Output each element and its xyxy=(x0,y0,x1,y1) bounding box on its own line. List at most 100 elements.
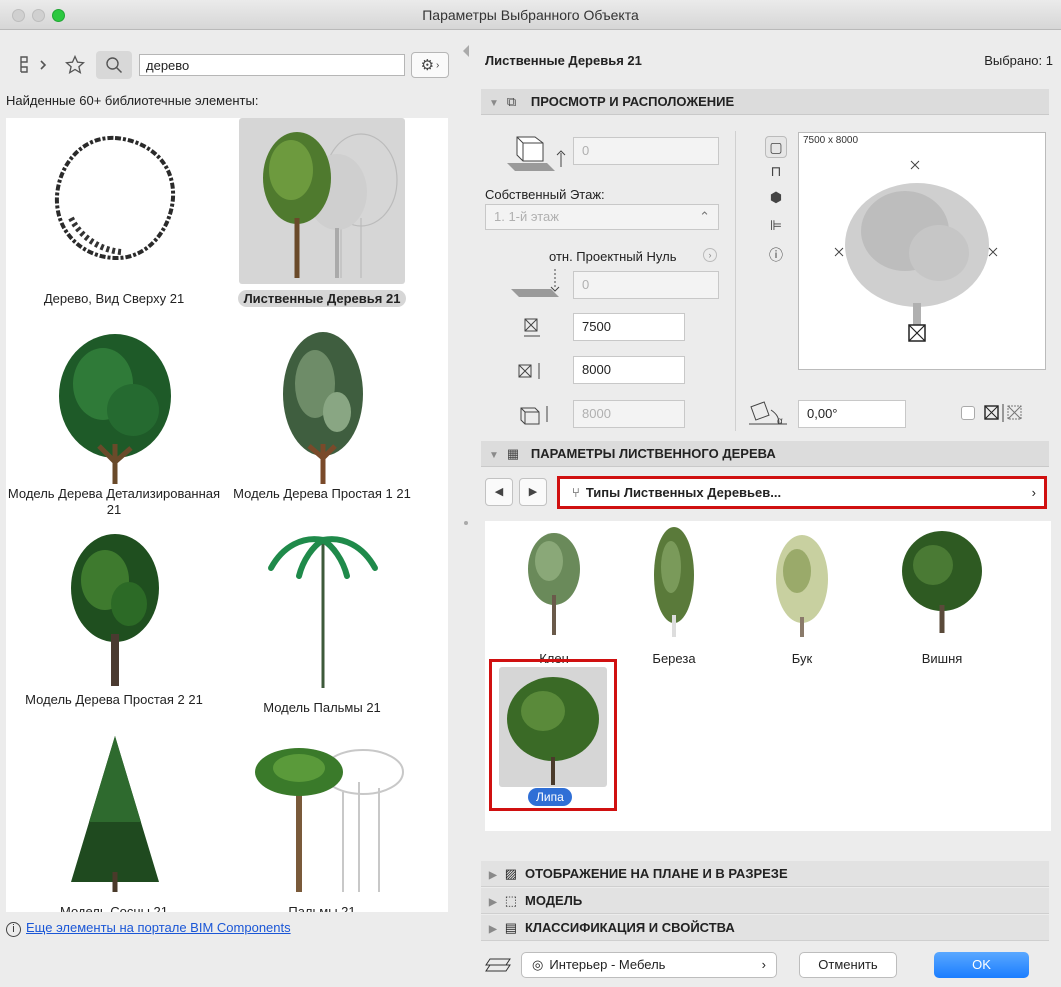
ok-button[interactable]: OK xyxy=(934,952,1029,978)
maple-thumbnail xyxy=(528,533,580,635)
section-title: ПРОСМОТР И РАСПОЛОЖЕНИЕ xyxy=(530,94,735,109)
section-model[interactable]: ▶ ⬚ МОДЕЛЬ xyxy=(481,888,1049,914)
palm-model-thumbnail xyxy=(239,528,405,694)
section-preview-positioning[interactable]: ▼ ⧉ ПРОСМОТР И РАСПОЛОЖЕНИЕ xyxy=(481,89,1049,115)
section-classification[interactable]: ▶ ▤ КЛАССИФИКАЦИЯ И СВОЙСТВА xyxy=(481,915,1049,941)
disclosure-closed-icon: ▶ xyxy=(489,924,497,935)
angle-field[interactable]: 0,00° xyxy=(798,400,906,428)
section-title: КЛАССИФИКАЦИЯ И СВОЙСТВА xyxy=(525,920,735,935)
gear-menu-button[interactable]: ⚙ › xyxy=(411,52,449,78)
library-tree-icon[interactable] xyxy=(14,53,54,77)
tree-type-label: Вишня xyxy=(921,651,963,666)
chevron-right-icon: › xyxy=(761,957,766,972)
eye-icon: ◎ xyxy=(532,957,544,972)
info-icon: i xyxy=(6,922,21,937)
tree-type-label: Береза xyxy=(652,651,696,666)
width-field[interactable]: 7500 xyxy=(573,313,685,341)
tree-type-label: Бук xyxy=(791,651,813,666)
parameters-section-icon: ▦ xyxy=(506,446,520,461)
splitter-handle[interactable] xyxy=(464,521,468,525)
minimize-button[interactable] xyxy=(32,9,45,22)
layer-icon xyxy=(483,954,513,976)
layer-select[interactable]: ◎ Интерьер - Мебель › xyxy=(521,952,777,978)
ref-level-field[interactable]: 0 xyxy=(573,271,719,299)
chevron-right-icon: › xyxy=(1031,485,1036,500)
section-plan-section-display[interactable]: ▶ ▨ ОТОБРАЖЕНИЕ НА ПЛАНЕ И В РАЗРЕЗЕ xyxy=(481,861,1049,887)
birch-thumbnail xyxy=(654,527,694,637)
library-item-label: Дерево, Вид Сверху 21 xyxy=(43,291,185,306)
tree-type-grid: Клен Береза Бук Вишня Липа xyxy=(485,521,1051,831)
document-icon: ▤ xyxy=(504,920,517,935)
library-item-label: Модель Дерева Простая 1 21 xyxy=(233,486,411,501)
width-icon xyxy=(519,315,545,341)
column-divider xyxy=(735,131,736,431)
bim-link-text[interactable]: Еще элементы на портале BIM Components xyxy=(26,920,291,935)
favorites-star-icon[interactable] xyxy=(62,53,88,77)
library-item-label: Пальмы 21 xyxy=(288,904,356,912)
library-toolbar: ⚙› xyxy=(0,31,463,91)
dialog-footer: ◎ Интерьер - Мебель › Отменить OK xyxy=(469,946,1061,987)
gear-icon: ⚙ xyxy=(420,57,435,74)
story-select[interactable]: 1. 1-й этаж ⌃ xyxy=(485,204,719,230)
bim-components-link[interactable]: i Еще элементы на портале BIM Components xyxy=(6,920,291,937)
tree-type-item[interactable]: Вишня xyxy=(887,525,997,666)
library-item-label: Модель Сосны 21 xyxy=(60,904,168,912)
settings-panel: Лиственные Деревья 21 Выбрано: 1 ▼ ⧉ ПРОСМ… xyxy=(469,31,1061,987)
model-cube-icon: ⬚ xyxy=(504,893,517,908)
own-story-label: Собственный Этаж: xyxy=(485,187,605,202)
view-3d-icon[interactable]: ⬢ xyxy=(766,189,786,206)
tree-type-item[interactable]: Клен xyxy=(499,525,609,666)
ref-level-label: отн. Проектный Нуль xyxy=(549,249,677,264)
elevation-field[interactable]: 0 xyxy=(573,137,719,165)
mirror-checkbox[interactable] xyxy=(961,406,975,420)
tree-type-item[interactable]: Береза xyxy=(619,525,729,666)
search-input[interactable] xyxy=(139,54,405,76)
simple-tree-2-thumbnail xyxy=(31,528,197,694)
story-value: 1. 1-й этаж xyxy=(494,209,559,224)
plan-section-icon: ▨ xyxy=(504,866,517,881)
search-toggle-icon[interactable] xyxy=(96,51,132,79)
detailed-tree-thumbnail xyxy=(31,324,197,490)
tree-type-item-selected[interactable]: Липа xyxy=(489,659,617,811)
nav-back-button[interactable]: ◀ xyxy=(485,478,513,506)
disclosure-closed-icon: ▶ xyxy=(489,897,497,908)
height-field[interactable]: 8000 xyxy=(573,400,685,428)
elevation-icon xyxy=(501,129,567,179)
pine-tree-thumbnail xyxy=(31,732,197,898)
library-item-label: Модель Пальмы 21 xyxy=(263,700,381,715)
view-2d-icon[interactable]: ▢ xyxy=(765,136,787,158)
linden-thumbnail xyxy=(499,667,607,787)
preview-section-icon: ⧉ xyxy=(506,94,517,109)
tree-types-label: Типы Лиственных Деревьев... xyxy=(585,485,782,500)
info-icon[interactable]: ⓘ xyxy=(766,245,786,265)
rotation-angle-icon: α xyxy=(747,400,791,428)
type-navigation: ◀ ▶ ⑂ Типы Лиственных Деревьев... › xyxy=(485,476,1051,510)
section-title: МОДЕЛЬ xyxy=(525,893,583,908)
nav-forward-button[interactable]: ▶ xyxy=(519,478,547,506)
preview-canvas: 7500 x 8000 xyxy=(798,132,1046,370)
depth-field[interactable]: 8000 xyxy=(573,356,685,384)
ref-level-arrow-icon[interactable]: › xyxy=(703,248,717,262)
view-side-icon[interactable]: ⊓ xyxy=(766,163,786,180)
mirror-icon xyxy=(981,403,1025,423)
cherry-thumbnail xyxy=(902,531,982,633)
close-button[interactable] xyxy=(12,9,25,22)
section-title: ПАРАМЕТРЫ ЛИСТВЕННОГО ДЕРЕВА xyxy=(530,446,776,461)
tree-top-view-thumbnail xyxy=(31,118,197,284)
tree-types-selector[interactable]: ⑂ Типы Лиственных Деревьев... › xyxy=(557,476,1047,509)
tree-type-item[interactable]: Бук xyxy=(747,525,857,666)
section-tree-parameters[interactable]: ▼ ▦ ПАРАМЕТРЫ ЛИСТВЕННОГО ДЕРЕВА xyxy=(481,441,1049,467)
dialog-window: Параметры Выбранного Объекта ⚙› Найденны… xyxy=(0,0,1061,987)
cancel-button[interactable]: Отменить xyxy=(799,952,897,978)
title-bar: Параметры Выбранного Объекта xyxy=(0,0,1061,30)
updown-icon: ⌃ xyxy=(699,209,710,224)
found-count-label: Найденные 60+ библиотечные элементы: xyxy=(6,93,259,108)
disclosure-closed-icon: ▶ xyxy=(489,870,497,881)
preview-tree xyxy=(834,160,998,342)
disclosure-open-icon: ▼ xyxy=(489,98,499,109)
view-section-icon[interactable]: ⊫ xyxy=(766,217,786,234)
zoom-button[interactable] xyxy=(52,9,65,22)
simple-tree-1-thumbnail xyxy=(239,324,405,490)
chevron-right-icon: › xyxy=(436,59,440,71)
tree-type-label: Липа xyxy=(528,788,572,806)
